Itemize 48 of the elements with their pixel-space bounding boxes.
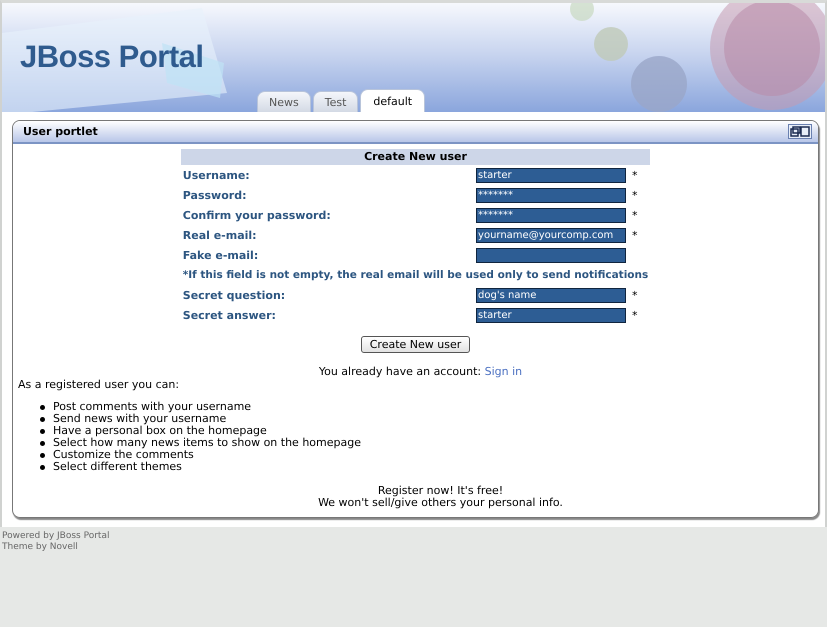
input-field[interactable]: starter (476, 168, 626, 182)
bullet-icon (40, 464, 45, 470)
field-label: Username: (180, 165, 474, 185)
tab[interactable]: Test (312, 91, 358, 112)
list-item: Select different themes (53, 461, 182, 473)
field-label: Password: (182, 188, 248, 204)
logo: JBoss Portal (20, 39, 205, 75)
portlet-title: User portlet (23, 125, 98, 138)
required-marker: * (632, 288, 638, 302)
required-marker: * (632, 168, 638, 182)
required-marker: * (632, 308, 638, 322)
tab[interactable]: default (360, 89, 426, 112)
field-label: Real e-mail: (182, 228, 258, 244)
field-label: Fake e-mail: (182, 248, 260, 264)
input-field[interactable]: ******* (476, 208, 626, 222)
intro-text: As a registered user you can: (18, 378, 180, 391)
form-heading: Create New user (180, 149, 650, 165)
list-item: Customize the comments (53, 449, 194, 461)
sign-in-link[interactable]: Sign in (484, 365, 522, 378)
required-marker: * (632, 208, 638, 222)
window-controls-icon[interactable] (788, 124, 812, 139)
bullet-icon (40, 440, 45, 446)
list-item: Have a personal box on the homepage (53, 425, 267, 437)
required-marker: * (632, 188, 638, 202)
list-item: Send news with your username (53, 413, 226, 425)
footer-text: Theme by Novell (2, 542, 79, 553)
input-field[interactable] (476, 248, 626, 262)
bullet-icon (40, 428, 45, 434)
input-field[interactable]: yourname@yourcomp.com (476, 228, 626, 242)
required-marker: * (632, 228, 638, 242)
field-label: Confirm your password: (182, 208, 332, 224)
create-user-button[interactable]: Create New user (360, 336, 470, 353)
input-field[interactable]: dog's name (476, 288, 626, 302)
bullet-icon (40, 416, 45, 422)
input-field[interactable]: ******* (476, 188, 626, 202)
list-item: Post comments with your username (53, 401, 252, 413)
bullet-icon (40, 452, 45, 458)
field-label: Secret answer: (182, 308, 277, 324)
footer-text: Powered by JBoss Portal (2, 531, 110, 542)
account-prompt: You already have an account: (318, 365, 482, 378)
closing-text: We won't sell/give others your personal info. (317, 497, 564, 509)
field-label: Secret question: (182, 288, 286, 304)
closing-text: Register now! It's free! (376, 485, 504, 497)
field-note: *If this field is not empty, the real email will be used only to send notifications (182, 268, 650, 283)
input-field[interactable]: starter (476, 308, 626, 322)
list-item: Select how many news items to show on the homepage (53, 437, 361, 449)
tab[interactable]: News (257, 91, 311, 112)
bullet-icon (40, 404, 45, 410)
